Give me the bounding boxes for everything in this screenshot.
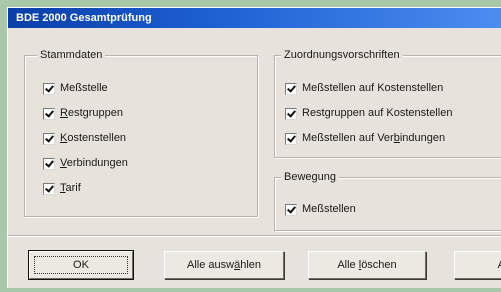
select-all-button-label: Alle auswählen	[187, 259, 261, 271]
group-legend-stammdaten: Stammdaten	[37, 49, 106, 61]
checkbox-label: Kostenstellen	[60, 132, 127, 144]
checkbox-label: Tarif	[60, 182, 81, 194]
checkbox-label: Restgruppen	[60, 107, 123, 119]
partial-button-label: A	[498, 259, 501, 271]
delete-all-button[interactable]: Alle löschen	[308, 251, 426, 279]
checkbox-checked-icon[interactable]	[285, 133, 297, 145]
ok-button[interactable]: OK	[28, 250, 134, 280]
checkbox-checked-icon[interactable]	[285, 204, 297, 216]
checkbox-label: Restgruppen auf Kostenstellen	[302, 107, 453, 119]
checkbox-checked-icon[interactable]	[43, 158, 55, 170]
button-separator	[8, 235, 501, 237]
title-bar[interactable]: BDE 2000 Gesamtprüfung	[8, 8, 501, 28]
checkbox-label: Meßstelle	[60, 82, 108, 94]
dialog-window: BDE 2000 Gesamtprüfung Stammdaten Meßste…	[7, 7, 501, 288]
checkbox-checked-icon[interactable]	[43, 183, 55, 195]
select-all-button[interactable]: Alle auswählen	[164, 251, 284, 279]
delete-all-button-label: Alle löschen	[337, 259, 397, 271]
checkbox-checked-icon[interactable]	[43, 108, 55, 120]
partial-button[interactable]: A	[454, 251, 501, 279]
group-legend-bewegung: Bewegung	[281, 171, 339, 183]
checkbox-label: Meßstellen auf Kostenstellen	[302, 82, 444, 94]
checkbox-label: Meßstellen	[302, 203, 356, 215]
focus-rectangle	[34, 256, 128, 274]
checkbox-checked-icon[interactable]	[43, 133, 55, 145]
checkbox-label: Verbindungen	[60, 157, 128, 169]
checkbox-label: Meßstellen auf Verbindungen	[302, 132, 446, 144]
window-title: BDE 2000 Gesamtprüfung	[16, 12, 152, 24]
checkbox-checked-icon[interactable]	[285, 108, 297, 120]
checkbox-checked-icon[interactable]	[285, 83, 297, 95]
checkbox-checked-icon[interactable]	[43, 83, 55, 95]
group-legend-zuordnung: Zuordnungsvorschriften	[281, 49, 403, 61]
